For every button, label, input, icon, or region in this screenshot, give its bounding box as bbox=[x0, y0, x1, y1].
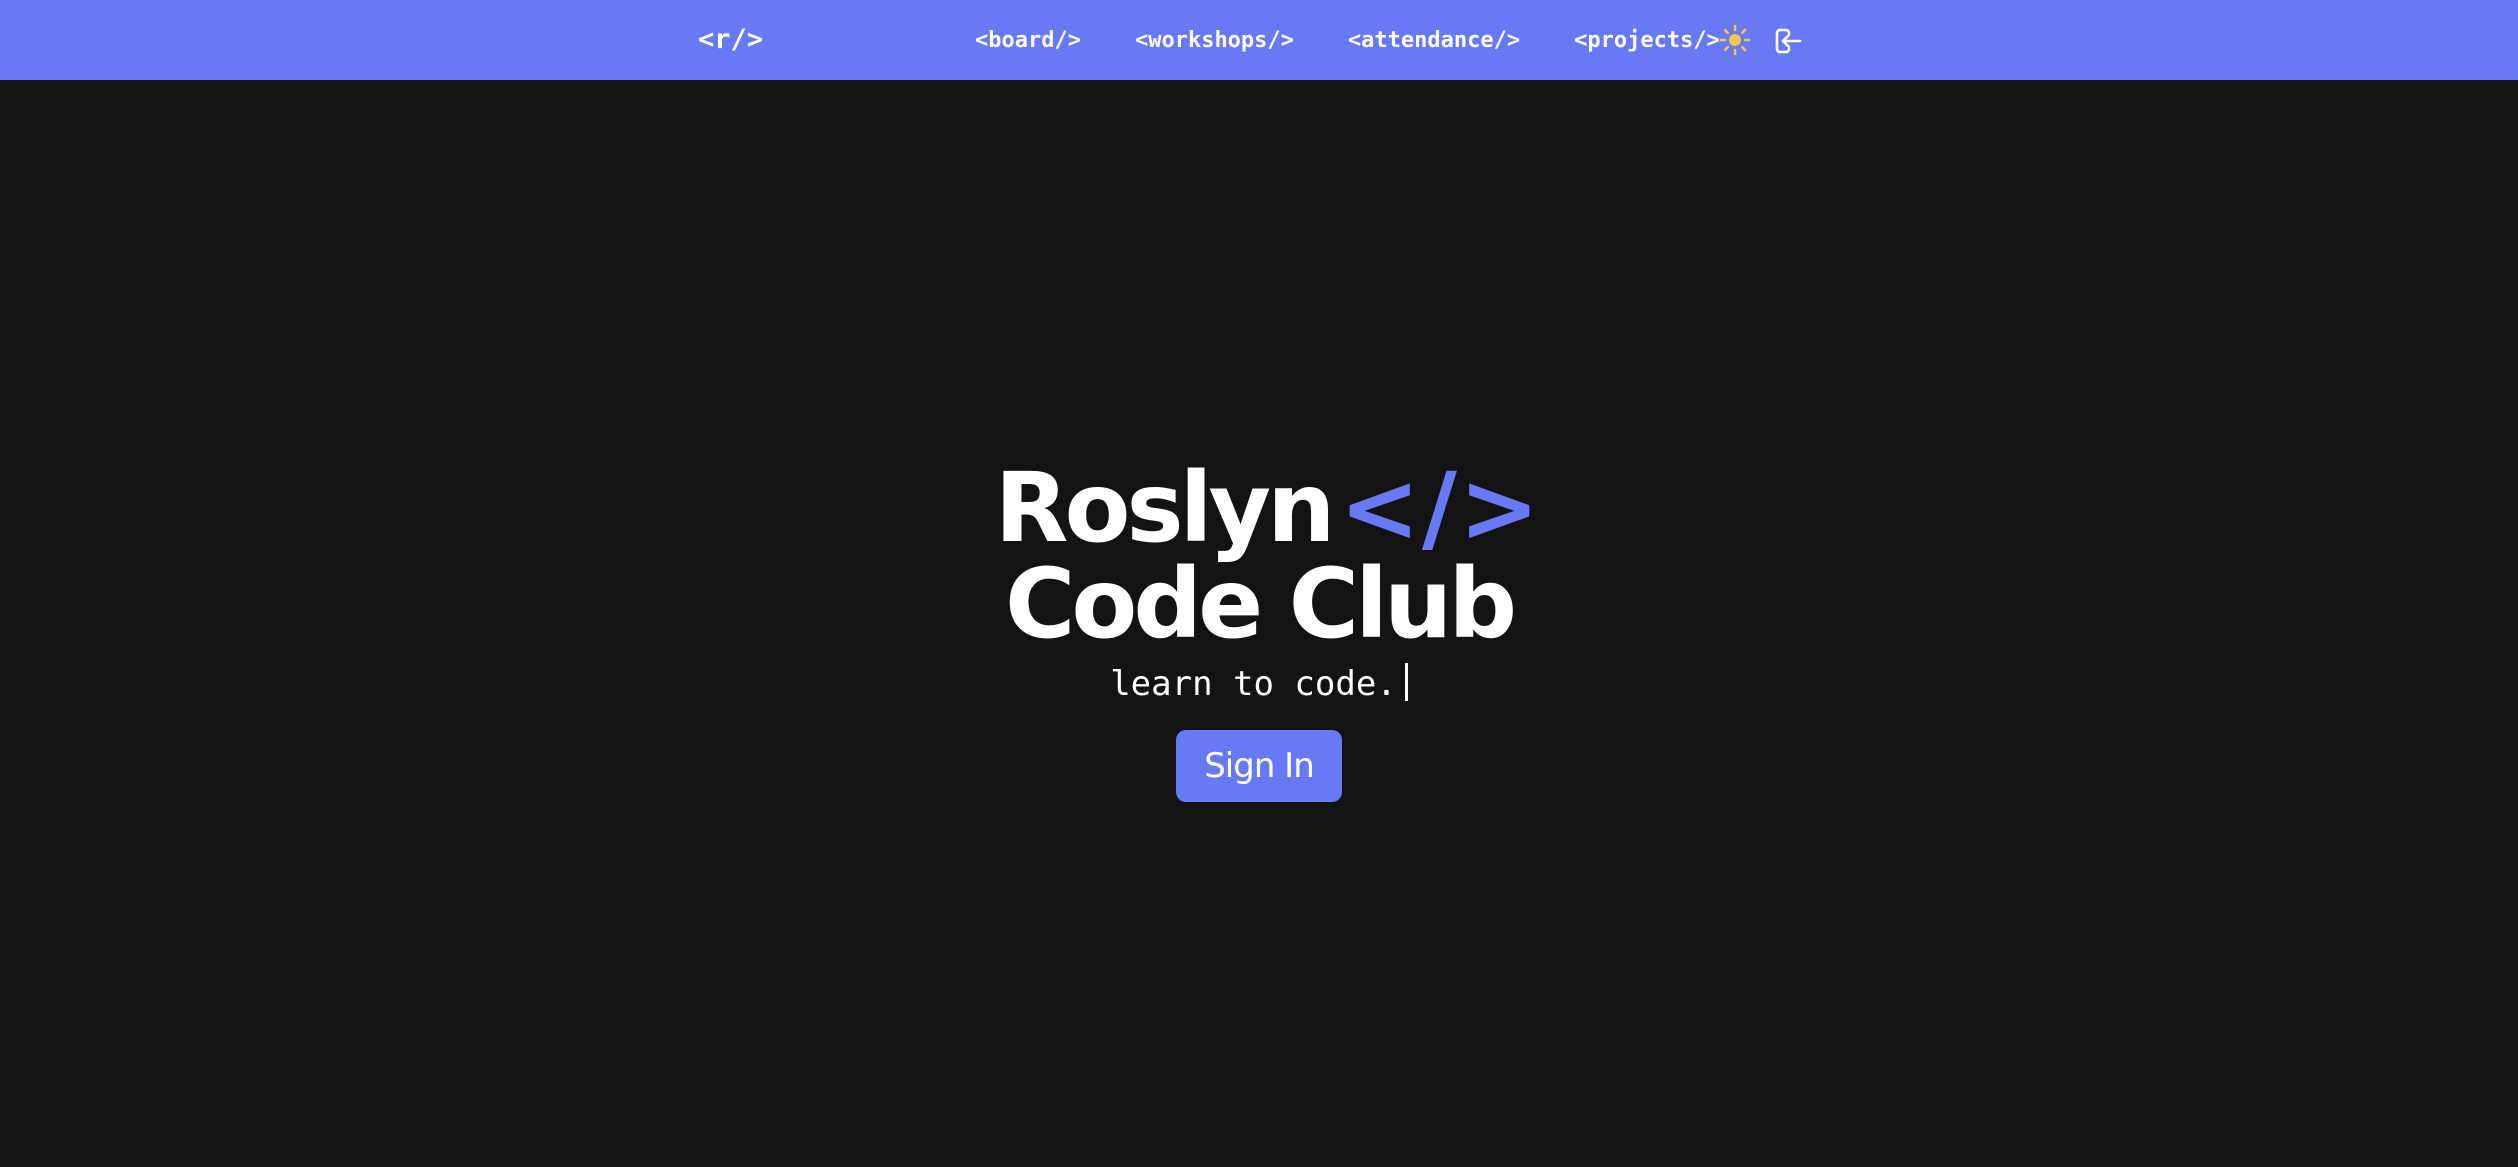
nav-link-projects[interactable]: <projects/> bbox=[1574, 26, 1720, 56]
home-logo-link[interactable]: <r/> bbox=[698, 22, 763, 58]
tagline-text: learn to code. bbox=[1110, 664, 1397, 704]
top-navbar: <r/> <board/> <workshops/> <attendance/>… bbox=[0, 0, 2518, 80]
title-line-1: Roslyn</> bbox=[18, 460, 2518, 556]
nav-link-board[interactable]: <board/> bbox=[975, 26, 1081, 56]
nav-links: <board/> <workshops/> <attendance/> <pro… bbox=[975, 26, 1720, 56]
title-line-2: Code Club bbox=[1004, 548, 1517, 660]
sun-icon[interactable] bbox=[1719, 24, 1751, 56]
hero-section: Roslyn</> Code Club learn to code. Sign … bbox=[0, 460, 2518, 802]
nav-link-attendance[interactable]: <attendance/> bbox=[1348, 26, 1520, 56]
sign-in-button[interactable]: Sign In bbox=[1176, 730, 1342, 802]
sign-in-arrow-icon[interactable] bbox=[1772, 25, 1804, 57]
typing-cursor bbox=[1404, 663, 1408, 701]
tagline: learn to code. bbox=[0, 662, 2518, 706]
nav-link-workshops[interactable]: <workshops/> bbox=[1135, 26, 1294, 56]
page-title: Roslyn</> Code Club bbox=[0, 460, 2518, 652]
